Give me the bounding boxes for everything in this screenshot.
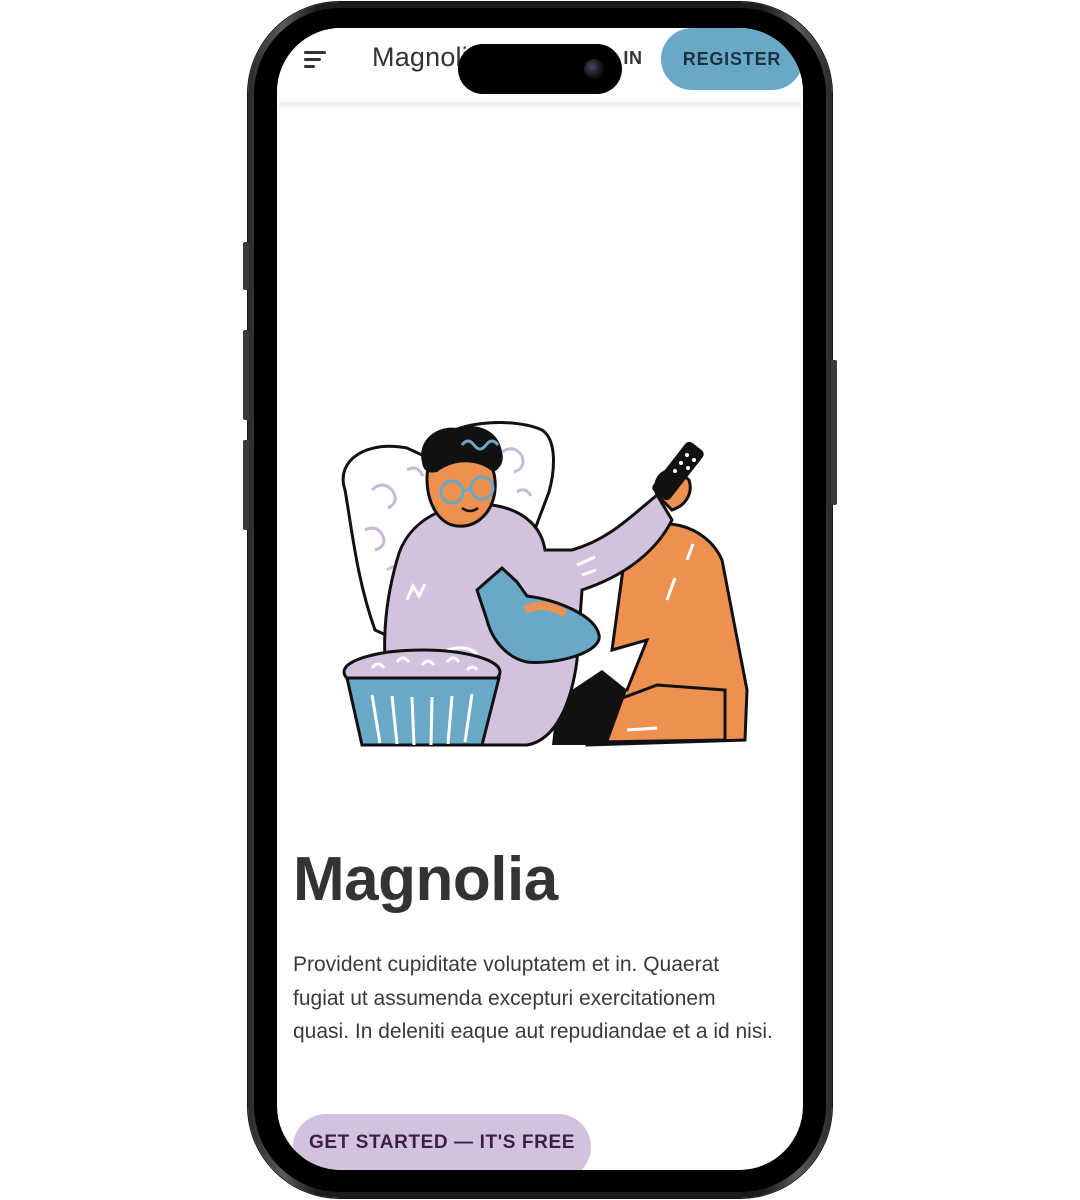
popcorn-bowl-illustration [342, 648, 502, 747]
volume-down-button [243, 440, 249, 530]
hero-illustration [341, 421, 749, 747]
get-started-button[interactable]: GET STARTED — IT'S FREE [293, 1114, 591, 1170]
hero-title: Magnolia [293, 845, 558, 914]
hero-description: Provident cupiditate voluptatem et in. Q… [293, 953, 773, 1043]
register-button[interactable]: REGISTER [661, 28, 803, 90]
dynamic-island [458, 44, 622, 94]
camera-icon [584, 59, 604, 79]
phone-screen: Magnolia LOG IN REGISTER [277, 28, 803, 1170]
action-button [243, 242, 249, 290]
menu-icon[interactable] [304, 49, 328, 69]
power-button [831, 360, 837, 505]
stage: Magnolia LOG IN REGISTER [0, 0, 1080, 1200]
volume-up-button [243, 330, 249, 420]
